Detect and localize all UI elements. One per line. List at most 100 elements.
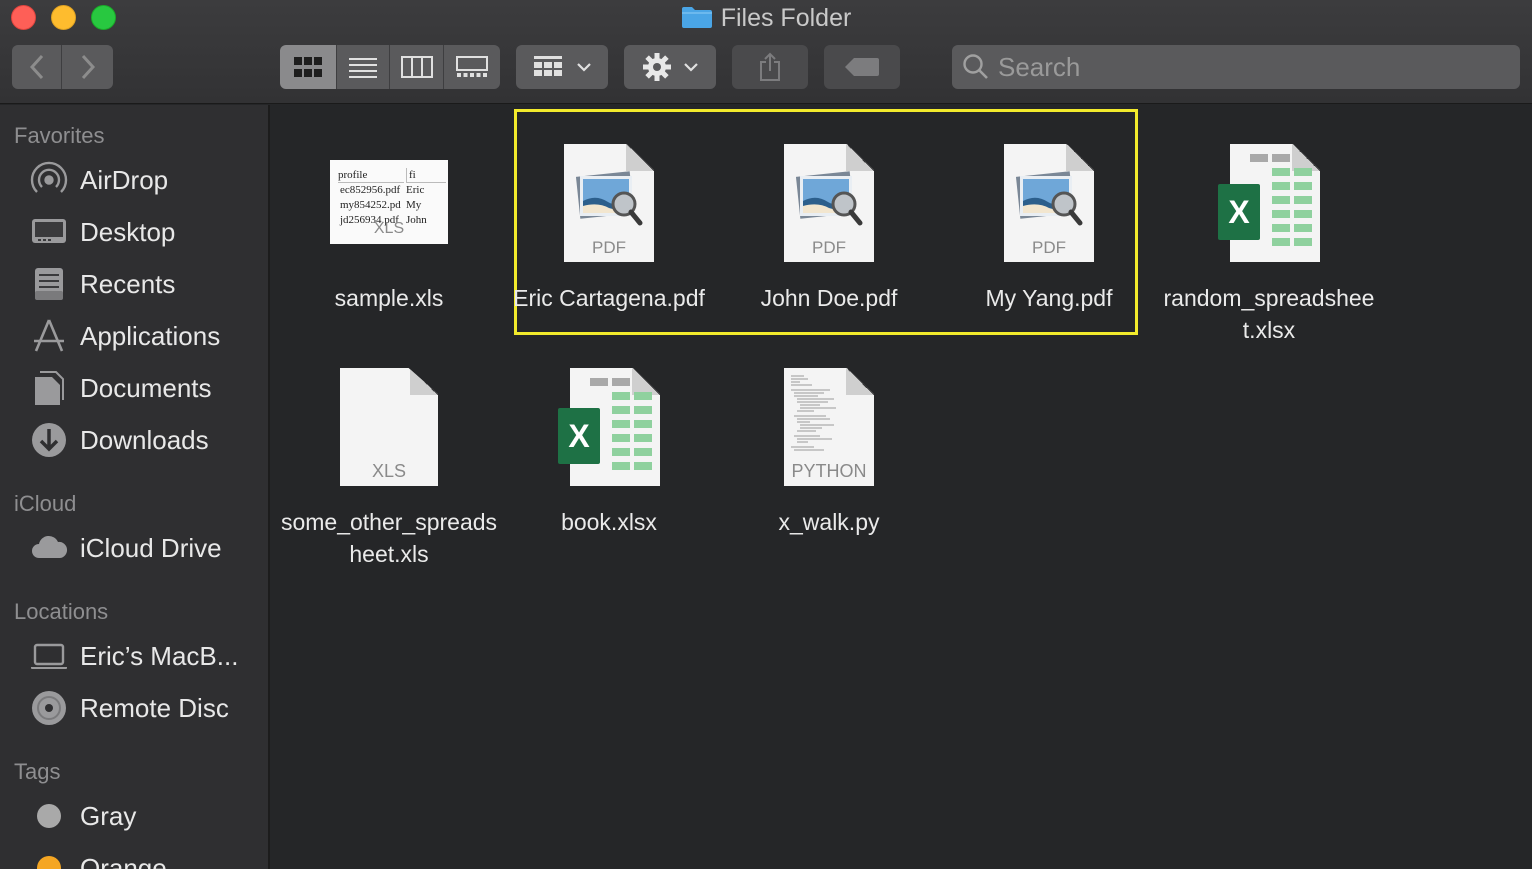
share-icon <box>760 52 780 81</box>
sidebar-item-applications[interactable]: Applications <box>30 314 220 358</box>
preview-cell: Eric <box>406 184 425 196</box>
sidebar-header-locations: Locations <box>14 599 109 624</box>
sidebar-item-label: Eric’s MacB... <box>80 640 239 671</box>
view-mode-control <box>280 45 500 89</box>
documents-icon <box>30 369 68 407</box>
sidebar: Favorites AirDrop Desktop Recents Applic… <box>0 105 270 869</box>
window-toolbar: Files Folder <box>0 0 1532 104</box>
sidebar-header-icloud: iCloud <box>14 491 77 516</box>
sidebar-item-tag-orange[interactable]: Orange <box>30 846 167 869</box>
chevron-down-icon <box>684 63 698 72</box>
sidebar-item-tag-gray[interactable]: Gray <box>30 794 136 838</box>
file-item-book-xlsx[interactable]: X book.xlsx <box>499 346 719 538</box>
file-name: John Doe.pdf <box>760 285 898 311</box>
sidebar-item-recents[interactable]: Recents <box>30 262 175 306</box>
file-type-badge: PDF <box>1032 238 1066 257</box>
edit-tags-button[interactable] <box>824 45 900 89</box>
sidebar-item-label: Desktop <box>80 216 176 247</box>
desktop-icon <box>30 213 68 251</box>
sidebar-item-label: Downloads <box>80 424 209 455</box>
file-item-sample-xls[interactable]: profile fi ec852956.pdf Eric my854252.pd… <box>279 122 499 314</box>
file-type-badge: PDF <box>812 238 846 257</box>
sidebar-item-macbook[interactable]: Eric’s MacB... <box>30 634 238 678</box>
cloud-icon <box>30 529 68 567</box>
file-item-my-yang-pdf[interactable]: PDF My Yang.pdf <box>939 122 1159 314</box>
chevron-left-icon <box>29 54 43 80</box>
file-type-badge: XLS <box>371 461 407 481</box>
forward-button[interactable] <box>62 45 113 89</box>
search-icon <box>963 54 988 79</box>
group-by-button[interactable] <box>516 45 608 89</box>
sidebar-item-downloads[interactable]: Downloads <box>30 418 209 462</box>
sidebar-item-documents[interactable]: Documents <box>30 366 212 410</box>
airdrop-icon <box>30 161 68 199</box>
gray-tag-icon <box>30 797 68 835</box>
sidebar-item-icloud-drive[interactable]: iCloud Drive <box>30 526 222 570</box>
sidebar-item-label: Remote Disc <box>80 692 229 723</box>
chevron-right-icon <box>81 54 95 80</box>
sidebar-item-airdrop[interactable]: AirDrop <box>30 158 168 202</box>
gallery-icon <box>456 56 488 77</box>
preview-app-icon <box>576 171 643 226</box>
xls-preview-thumbnail: profile fi ec852956.pdf Eric my854252.pd… <box>279 122 499 262</box>
group-grid-icon <box>534 56 562 76</box>
file-name: x_walk.py <box>778 509 880 535</box>
preview-app-icon <box>796 171 863 226</box>
back-button[interactable] <box>12 45 62 89</box>
folder-icon <box>681 7 712 28</box>
sidebar-item-label: Gray <box>80 800 137 831</box>
columns-icon <box>400 56 433 78</box>
list-view-button[interactable] <box>337 45 390 89</box>
applications-icon <box>30 317 68 355</box>
list-icon <box>349 58 377 78</box>
xls-document-icon: XLS <box>279 346 499 486</box>
disc-icon <box>30 689 68 727</box>
xlsx-document-icon: X <box>499 346 719 486</box>
file-name: book.xlsx <box>561 509 657 535</box>
sidebar-item-label: AirDrop <box>80 164 169 195</box>
icon-view-button[interactable] <box>280 45 337 89</box>
sidebar-header-tags: Tags <box>14 759 61 784</box>
preview-cell: profile <box>338 168 404 183</box>
preview-cell: ec852956.pdf <box>340 184 401 196</box>
action-menu-button[interactable] <box>624 45 716 89</box>
file-name: random_spreadsheet.xlsx <box>1163 285 1375 343</box>
laptop-icon <box>30 637 68 675</box>
excel-logo-icon: X <box>558 408 600 464</box>
navigation-buttons <box>12 45 113 89</box>
python-document-icon: PYTHON <box>719 346 939 486</box>
file-type-badge: PYTHON <box>791 461 867 481</box>
sidebar-item-desktop[interactable]: Desktop <box>30 210 175 254</box>
sidebar-item-remote-disc[interactable]: Remote Disc <box>30 686 229 730</box>
grid-icon <box>294 57 322 77</box>
file-item-x-walk-py[interactable]: PYTHON x_walk.py <box>719 346 939 538</box>
pdf-document-icon: PDF <box>939 122 1159 262</box>
file-item-john-doe-pdf[interactable]: PDF John Doe.pdf <box>719 122 939 314</box>
sidebar-item-label: Applications <box>80 320 221 351</box>
file-item-eric-cartagena-pdf[interactable]: PDF Eric Cartagena.pdf <box>499 122 719 314</box>
sidebar-item-label: Orange <box>80 852 167 869</box>
sidebar-header-favorites: Favorites <box>14 123 105 148</box>
preview-cell: fi <box>406 168 446 183</box>
share-button[interactable] <box>732 45 808 89</box>
file-item-some-other-spreadsheet-xls[interactable]: XLS some_other_spreadsheet.xls <box>279 346 499 570</box>
window-title: Files Folder <box>720 4 852 32</box>
preview-app-icon <box>1016 171 1083 226</box>
preview-cell: My <box>406 199 422 211</box>
code-preview-lines <box>791 375 836 451</box>
column-view-button[interactable] <box>390 45 444 89</box>
search-field[interactable] <box>952 45 1520 89</box>
downloads-icon <box>30 421 68 459</box>
file-name: Eric Cartagena.pdf <box>513 285 705 311</box>
pdf-document-icon: PDF <box>719 122 939 262</box>
xlsx-document-icon: X <box>1159 122 1379 262</box>
pdf-document-icon: PDF <box>499 122 719 262</box>
excel-logo-icon: X <box>1218 184 1260 240</box>
search-input[interactable] <box>998 51 1498 83</box>
gear-icon <box>643 53 671 81</box>
orange-tag-icon <box>30 849 68 869</box>
file-item-random-spreadsheet-xlsx[interactable]: X random_spreadsheet.xlsx <box>1159 122 1379 346</box>
tag-icon <box>845 58 879 76</box>
file-type-badge: XLS <box>373 220 405 237</box>
gallery-view-button[interactable] <box>444 45 500 89</box>
